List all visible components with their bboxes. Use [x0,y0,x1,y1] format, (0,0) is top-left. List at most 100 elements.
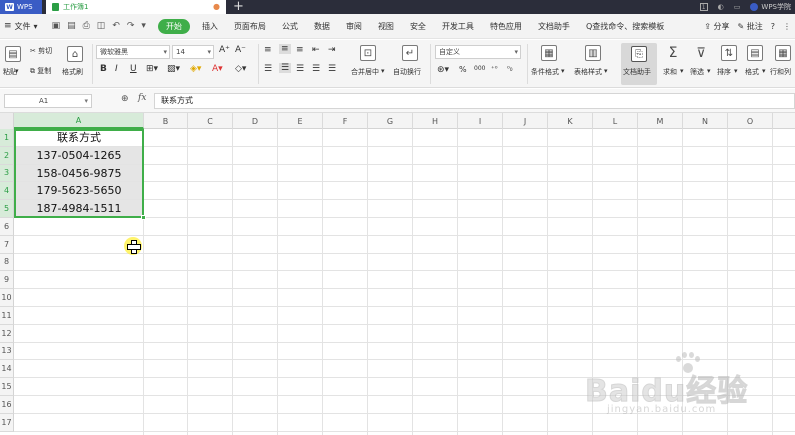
function-icon[interactable]: fx [138,93,146,103]
fill-handle[interactable] [141,215,146,220]
italic-icon[interactable]: I [115,64,118,74]
sum-dropdown-icon[interactable]: ▾ [680,67,684,75]
format-dropdown-icon[interactable]: ▾ [762,67,766,75]
minimize-window-icon[interactable]: ▭ [734,3,741,11]
format-painter-icon[interactable]: ⌂ [67,46,83,62]
row-header-6[interactable]: 6 [0,218,14,236]
bold-icon[interactable]: B [100,64,107,74]
thousands-separator-button[interactable]: 000 [474,65,485,72]
column-header-g[interactable]: G [368,113,413,129]
tab-security[interactable]: 安全 [402,21,434,32]
row-header-16[interactable]: 16 [0,396,14,414]
tab-view[interactable]: 视图 [370,21,402,32]
format-button[interactable]: 格式 [745,67,759,77]
undo-icon[interactable]: ↶ [112,21,120,31]
increase-font-icon[interactable]: A⁺ [219,45,230,55]
tab-insert[interactable]: 插入 [194,21,226,32]
indent-left-icon[interactable]: ⇤ [312,45,320,55]
align-left-icon[interactable]: ☰ [264,64,272,74]
redo-icon[interactable]: ↷ [127,21,135,31]
percent-button[interactable]: % [459,65,467,74]
clear-format-icon[interactable]: ◇▾ [235,64,246,74]
page-count-badge[interactable]: 1 [699,3,708,11]
merge-cells-icon[interactable]: ⊡ [360,45,376,61]
column-header-k[interactable]: K [548,113,593,129]
row-header-11[interactable]: 11 [0,307,14,325]
more-icon[interactable]: ⋮ [783,22,791,31]
align-bottom-icon[interactable]: ≡ [296,45,304,55]
row-header-2[interactable]: 2 [0,146,14,165]
tab-page-layout[interactable]: 页面布局 [226,21,274,32]
comment-button[interactable]: ✎ 批注 [738,21,763,32]
file-menu[interactable]: ≡ 文件 ▾ [4,21,44,32]
border-icon[interactable]: ⊞▾ [146,64,158,74]
justify-icon[interactable]: ☰ [312,64,320,74]
column-header-d[interactable]: D [233,113,278,129]
format-icon[interactable]: ▤ [747,45,763,61]
document-tab[interactable]: 工作簿1 ● [46,0,226,14]
help-button[interactable]: ? [771,22,775,31]
sort-dropdown-icon[interactable]: ▾ [734,67,738,75]
customize-toolbar-icon[interactable]: ▾ [141,21,146,31]
column-header-n[interactable]: N [683,113,728,129]
font-name-dropdown[interactable]: 微软雅黑 [96,45,170,59]
sum-icon[interactable]: Σ [665,44,681,62]
decrease-font-icon[interactable]: A⁻ [235,45,246,55]
table-style-dropdown-icon[interactable]: ▾ [604,67,608,75]
sort-icon[interactable]: ⇅ [721,45,737,61]
paste-icon[interactable]: ▤ [5,46,21,62]
row-header-13[interactable]: 13 [0,342,14,361]
row-header-17[interactable]: 17 [0,413,14,432]
column-header-b[interactable]: B [144,113,188,129]
fill-color-icon[interactable]: ▨▾ [167,64,180,74]
column-header-f[interactable]: F [323,113,368,129]
increase-decimal-icon[interactable]: ⁺⁰ [491,65,498,73]
table-style-icon[interactable]: ▥ [585,45,601,61]
column-header-c[interactable]: C [188,113,233,129]
export-pdf-icon[interactable]: ▤ [67,21,76,31]
column-header-h[interactable]: H [413,113,458,129]
new-tab-button[interactable]: + [226,0,251,14]
column-header-i[interactable]: I [458,113,503,129]
cut-button[interactable]: ✂ 剪切 [30,46,52,56]
save-icon[interactable]: ▣ [52,21,61,31]
tab-review[interactable]: 审阅 [338,21,370,32]
font-color-icon[interactable]: A▾ [212,64,223,74]
tab-developer[interactable]: 开发工具 [434,21,482,32]
format-painter-button[interactable]: 格式刷 [62,67,83,77]
indent-right-icon[interactable]: ⇥ [328,45,336,55]
command-search[interactable]: Q查找命令、搜索模板 [578,21,672,32]
merge-dropdown-icon[interactable]: ▾ [381,67,385,75]
highlight-icon[interactable]: ◈▾ [190,64,201,74]
column-header-a[interactable]: A [14,113,144,129]
name-box[interactable]: A1 [4,94,92,108]
underline-icon[interactable]: U [130,64,137,74]
align-center-icon[interactable]: ☰ [279,63,292,73]
print-preview-icon[interactable]: ◫ [97,21,106,31]
conditional-format-icon[interactable]: ▦ [541,45,557,61]
row-header-10[interactable]: 10 [0,289,14,307]
column-header-o[interactable]: O [728,113,773,129]
column-header-m[interactable]: M [638,113,683,129]
print-icon[interactable]: ⎙ [83,21,90,31]
conditional-format-dropdown-icon[interactable]: ▾ [561,67,565,75]
filter-button[interactable]: 筛选 [690,67,704,77]
conditional-format-button[interactable]: 条件格式 [531,67,559,77]
filter-dropdown-icon[interactable]: ▾ [707,67,711,75]
skin-icon[interactable]: ◐ [718,3,724,11]
row-header-3[interactable]: 3 [0,164,14,183]
paste-dropdown-icon[interactable]: ▾ [15,67,19,75]
sort-button[interactable]: 排序 [717,67,731,77]
align-right-icon[interactable]: ☰ [296,64,304,74]
column-header-j[interactable]: J [503,113,548,129]
row-header-8[interactable]: 8 [0,253,14,272]
row-header-9[interactable]: 9 [0,271,14,290]
row-header-12[interactable]: 12 [0,324,14,343]
tab-special-apps[interactable]: 特色应用 [482,21,530,32]
align-top-icon[interactable]: ≡ [264,45,272,55]
table-style-button[interactable]: 表格样式 [574,67,602,77]
wrap-text-icon[interactable]: ↵ [402,45,418,61]
rows-columns-icon[interactable]: ▦ [775,45,791,61]
filter-icon[interactable]: ⊽ [692,44,710,62]
row-header-1[interactable]: 1 [0,129,14,147]
